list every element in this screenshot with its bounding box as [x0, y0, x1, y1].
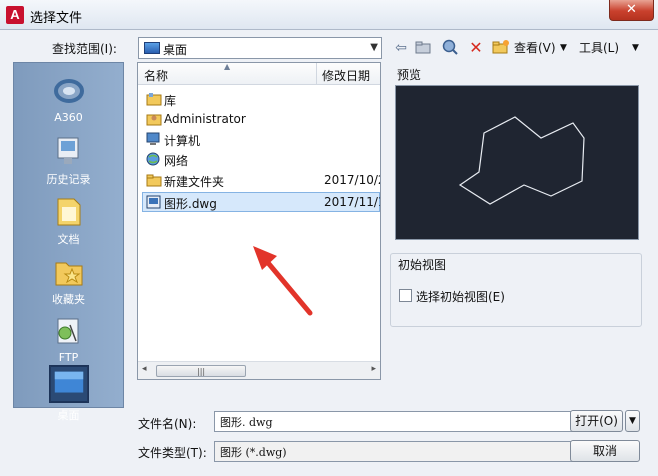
place-label: A360 — [54, 111, 83, 124]
place-label: 桌面 — [57, 409, 80, 422]
place-a360[interactable]: A360 — [14, 75, 123, 124]
drawing-preview-shape — [458, 116, 585, 205]
place-ftp[interactable]: FTP — [14, 315, 123, 364]
back-icon[interactable]: ⇦ — [392, 38, 410, 58]
list-item[interactable]: 网络 — [138, 149, 380, 169]
desktop-icon — [48, 365, 89, 403]
scroll-grip: ||| — [197, 367, 206, 376]
tools-menu[interactable]: 工具(L) — [579, 38, 619, 58]
filename-label: 文件名(N): — [138, 417, 197, 431]
lookin-dropdown[interactable]: 桌面 ▼ — [138, 37, 382, 59]
folder-icon — [146, 174, 162, 187]
file-list[interactable]: ▲ 名称 修改日期 库 Administrator 计算机 网络 新建文件夹 2… — [137, 62, 381, 380]
scroll-thumb[interactable]: ||| — [156, 365, 246, 377]
list-item[interactable]: 新建文件夹 2017/10/2 — [138, 170, 380, 190]
place-favorites[interactable]: 收藏夹 — [14, 255, 123, 307]
file-date: 2017/10/2 — [324, 173, 381, 187]
file-name: 新建文件夹 — [164, 175, 225, 189]
delete-icon[interactable]: ✕ — [467, 38, 485, 58]
list-item[interactable]: Administrator — [138, 109, 380, 129]
file-name: 计算机 — [164, 134, 201, 148]
autocad-app-icon: A — [6, 6, 24, 24]
initial-view-label: 初始视图 — [398, 258, 447, 272]
file-list-header: ▲ 名称 修改日期 — [138, 63, 380, 85]
column-date[interactable]: 修改日期 — [322, 67, 370, 84]
scroll-left-icon[interactable]: ◂ — [142, 364, 147, 374]
places-bar: A360 历史记录 文档 收藏夹 FTP 桌面 — [13, 62, 124, 422]
desktop-icon — [144, 42, 160, 54]
window-title: 选择文件 — [30, 11, 83, 26]
views-dropdown-icon[interactable]: ▼ — [560, 38, 567, 58]
network-icon — [146, 152, 160, 166]
lookin-label: 查找范围(I): — [52, 42, 117, 56]
place-documents[interactable]: 文档 — [14, 195, 123, 247]
a360-icon — [53, 79, 84, 103]
filetype-select[interactable]: 图形 (*.dwg) — [214, 441, 576, 462]
sort-ascending-icon: ▲ — [224, 62, 231, 71]
tools-dropdown-icon[interactable]: ▼ — [632, 38, 639, 58]
computer-icon — [146, 132, 160, 145]
place-label: 收藏夹 — [52, 293, 85, 306]
column-divider[interactable] — [316, 63, 317, 85]
file-name: 库 — [164, 94, 177, 108]
file-name: Administrator — [164, 112, 246, 126]
list-item[interactable]: 计算机 — [138, 129, 380, 149]
file-date: 2017/11/1 — [324, 195, 381, 209]
lookin-value: 桌面 — [163, 43, 188, 57]
place-label: 历史记录 — [46, 173, 91, 186]
documents-icon — [57, 198, 80, 226]
up-folder-icon[interactable] — [414, 38, 432, 58]
column-name[interactable]: 名称 — [144, 67, 168, 84]
filetype-label: 文件类型(T): — [138, 446, 207, 460]
file-name: 图形.dwg — [164, 197, 217, 211]
place-label: 文档 — [57, 233, 80, 246]
views-menu[interactable]: 查看(V) — [514, 38, 556, 58]
select-initial-view-checkbox[interactable] — [399, 289, 412, 302]
search-web-icon[interactable] — [441, 38, 459, 58]
list-item[interactable]: 库 — [138, 89, 380, 109]
ftp-icon — [57, 318, 78, 344]
preview-label: 预览 — [397, 68, 422, 82]
scroll-right-icon[interactable]: ▸ — [371, 364, 376, 374]
close-button[interactable]: ✕ — [609, 0, 654, 21]
library-icon — [146, 93, 162, 106]
preview-pane — [395, 85, 639, 240]
dwg-file-icon — [146, 195, 161, 209]
file-name: 网络 — [164, 154, 189, 168]
user-folder-icon — [146, 114, 162, 126]
open-button[interactable]: 打开(O) — [570, 410, 623, 432]
filename-input[interactable]: 图形. dwg — [214, 411, 576, 432]
place-desktop[interactable]: 桌面 — [14, 365, 123, 423]
place-history[interactable]: 历史记录 — [14, 135, 123, 187]
cancel-button[interactable]: 取消 — [570, 440, 640, 462]
select-initial-view-label[interactable]: 选择初始视图(E) — [416, 288, 505, 305]
horizontal-scrollbar[interactable]: ◂ ||| ▸ — [138, 361, 380, 379]
favorites-icon — [55, 262, 82, 286]
new-folder-icon[interactable] — [492, 38, 510, 58]
title-bar: A 选择文件 ✕ — [0, 0, 658, 30]
chevron-down-icon[interactable]: ▼ — [370, 42, 378, 53]
open-options-icon[interactable]: ▼ — [625, 410, 640, 432]
place-label: FTP — [58, 351, 79, 364]
list-item-selected[interactable]: 图形.dwg 2017/11/1 — [138, 192, 380, 212]
history-icon — [57, 137, 78, 164]
